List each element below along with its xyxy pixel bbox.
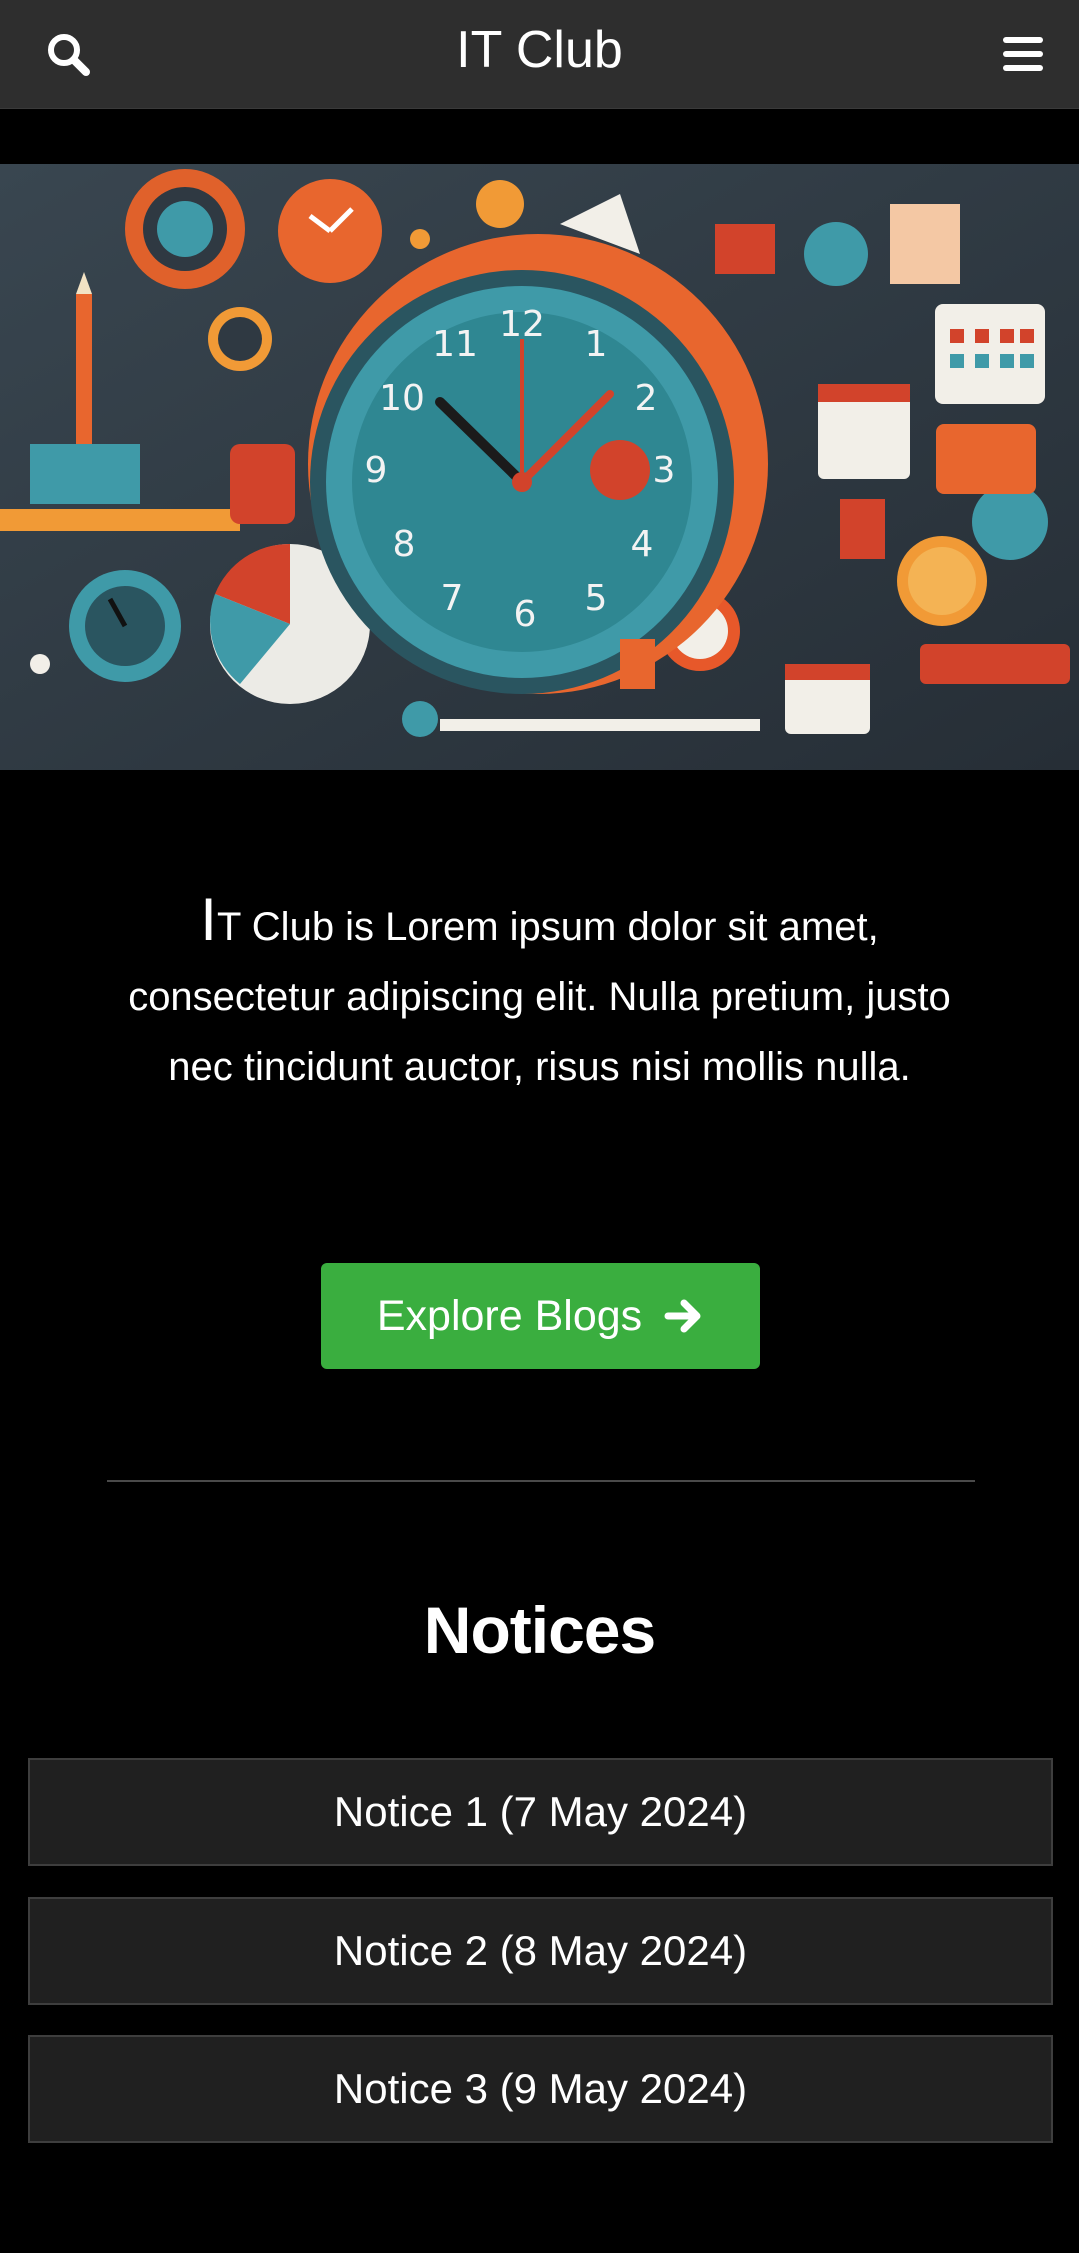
site-title[interactable]: IT Club <box>0 18 1079 82</box>
notice-item-2[interactable]: Notice 2 (8 May 2024) <box>28 1897 1053 2005</box>
notice-item-1[interactable]: Notice 1 (7 May 2024) <box>28 1758 1053 1866</box>
top-navigation-bar: IT Club <box>0 0 1079 109</box>
explore-blogs-label: Explore Blogs <box>376 1291 643 1340</box>
notice-label: Notice 3 (9 May 2024) <box>333 2065 748 2112</box>
svg-text:8: 8 <box>393 524 416 565</box>
svg-text:3: 3 <box>653 450 676 491</box>
svg-text:5: 5 <box>585 578 608 619</box>
svg-text:6: 6 <box>514 594 537 635</box>
intro-dropcap: I <box>200 886 217 953</box>
hero-banner: 12 1 2 3 4 5 6 7 8 9 10 11 <box>0 164 1079 770</box>
svg-text:12: 12 <box>499 304 545 345</box>
notice-label: Notice 1 (7 May 2024) <box>333 1788 748 1835</box>
section-divider <box>107 1480 975 1482</box>
intro-text: T Club is Lorem ipsum dolor sit amet, co… <box>128 905 951 1089</box>
hamburger-menu-icon <box>1003 37 1043 71</box>
notices-heading: Notices <box>423 1593 656 1667</box>
svg-text:4: 4 <box>631 524 654 565</box>
svg-text:1: 1 <box>585 324 608 365</box>
svg-text:2: 2 <box>635 378 658 419</box>
arrow-right-icon <box>664 1299 701 1333</box>
explore-blogs-button[interactable]: Explore Blogs <box>321 1263 760 1369</box>
svg-text:11: 11 <box>432 324 478 365</box>
intro-paragraph: IT Club is Lorem ipsum dolor sit amet, c… <box>110 885 969 1102</box>
svg-text:7: 7 <box>441 578 464 619</box>
menu-button[interactable] <box>991 22 1055 86</box>
notice-item-3[interactable]: Notice 3 (9 May 2024) <box>28 2035 1053 2143</box>
clock-illustration: 12 1 2 3 4 5 6 7 8 9 10 11 <box>0 164 1079 770</box>
svg-text:10: 10 <box>379 378 425 419</box>
notice-label: Notice 2 (8 May 2024) <box>333 1927 748 1974</box>
svg-text:9: 9 <box>365 450 388 491</box>
